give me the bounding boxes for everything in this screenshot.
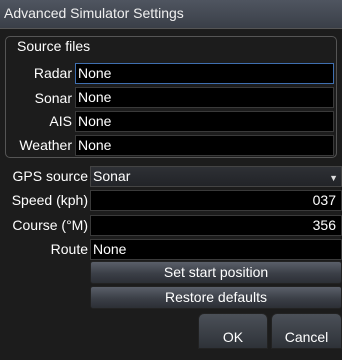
gps-source-value: Sonar xyxy=(93,168,131,184)
radar-label: Radar xyxy=(33,65,72,81)
cancel-button[interactable]: Cancel xyxy=(271,313,342,349)
ais-label: AIS xyxy=(49,113,72,129)
title-bar: Advanced Simulator Settings xyxy=(0,0,342,29)
ok-button[interactable]: OK xyxy=(198,313,268,349)
sonar-label: Sonar xyxy=(34,90,72,106)
set-start-position-button[interactable]: Set start position xyxy=(90,261,342,284)
route-label: Route xyxy=(50,241,88,257)
speed-field[interactable]: 037 xyxy=(90,190,342,211)
gps-source-label: GPS source xyxy=(12,168,88,184)
sonar-file-field[interactable]: None xyxy=(75,87,334,108)
source-files-group-label: Source files xyxy=(14,38,94,54)
course-label: Course (°M) xyxy=(12,217,88,233)
weather-label: Weather xyxy=(19,137,72,153)
chevron-down-icon: ▼ xyxy=(329,173,338,183)
ais-file-field[interactable]: None xyxy=(75,111,334,132)
gps-source-select[interactable]: Sonar ▼ xyxy=(90,166,342,187)
radar-file-field[interactable]: None xyxy=(75,63,334,84)
weather-file-field[interactable]: None xyxy=(75,135,334,156)
route-field[interactable]: None xyxy=(90,239,342,260)
speed-label: Speed (kph) xyxy=(11,192,88,208)
course-field[interactable]: 356 xyxy=(90,215,342,236)
restore-defaults-button[interactable]: Restore defaults xyxy=(90,286,342,309)
window-title: Advanced Simulator Settings xyxy=(4,5,184,21)
